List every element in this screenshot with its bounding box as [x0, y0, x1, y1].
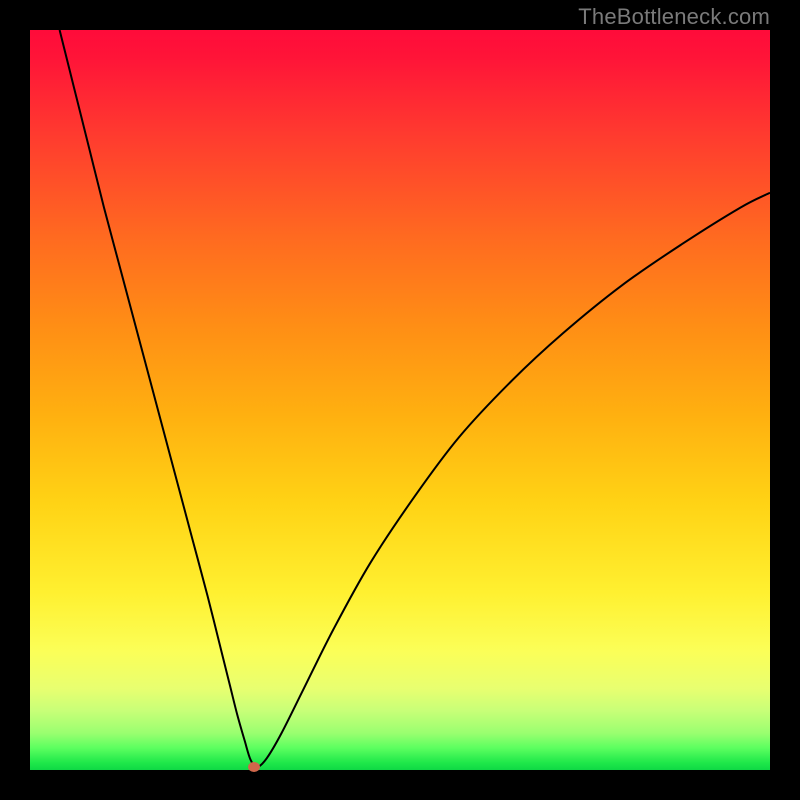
- plot-area: [30, 30, 770, 770]
- outer-frame: TheBottleneck.com: [0, 0, 800, 800]
- bottleneck-curve-path: [60, 30, 770, 767]
- curve-svg: [30, 30, 770, 770]
- minimum-marker: [248, 762, 260, 772]
- watermark-text: TheBottleneck.com: [578, 4, 770, 30]
